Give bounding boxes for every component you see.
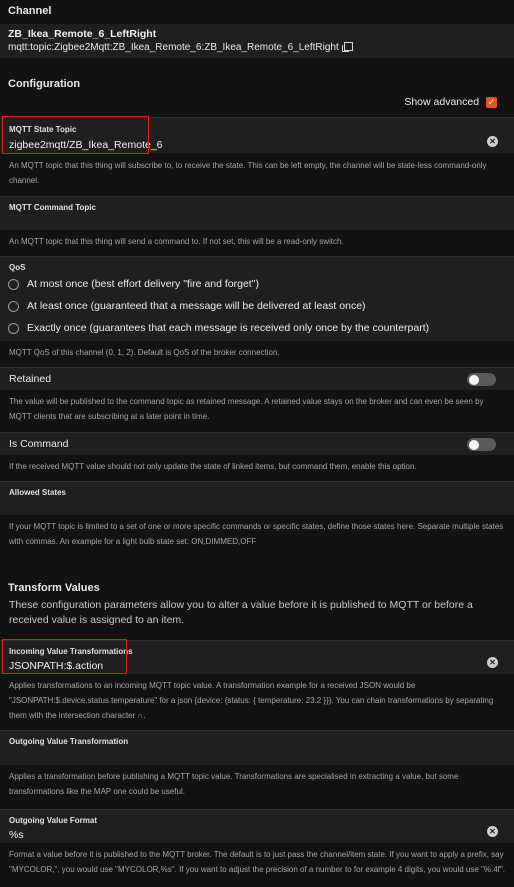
clear-icon[interactable]: ✕ bbox=[487, 136, 498, 147]
incoming-transform-help: Applies transformations to an incoming M… bbox=[0, 674, 514, 730]
retained-row[interactable]: Retained bbox=[0, 367, 514, 390]
incoming-transform-highlight bbox=[2, 639, 127, 674]
transform-header: Transform Values bbox=[8, 582, 100, 594]
clear-icon[interactable]: ✕ bbox=[487, 826, 498, 837]
show-advanced-checkbox[interactable]: ✓ bbox=[486, 96, 497, 108]
qos-option-1[interactable]: At least once (guaranteed that a message… bbox=[0, 295, 514, 317]
channel-header: Channel bbox=[8, 5, 52, 17]
allowed-states-field[interactable]: Allowed States bbox=[0, 481, 514, 515]
is-command-label: Is Command bbox=[9, 438, 69, 450]
qos-help: MQTT QoS of this channel (0, 1, 2). Defa… bbox=[0, 341, 514, 367]
qos-label: QoS bbox=[9, 263, 26, 272]
retained-toggle[interactable] bbox=[467, 373, 496, 386]
allowed-states-input[interactable] bbox=[0, 498, 514, 516]
configuration-header: Configuration bbox=[8, 78, 81, 90]
retained-label: Retained bbox=[9, 373, 52, 385]
allowed-states-label: Allowed States bbox=[9, 488, 66, 497]
toggle-knob bbox=[469, 439, 479, 450]
is-command-row[interactable]: Is Command bbox=[0, 432, 514, 455]
show-advanced-label: Show advanced bbox=[404, 96, 480, 108]
qos-option-0[interactable]: At most once (best effort delivery "fire… bbox=[0, 273, 514, 295]
qos-option-label: Exactly once (guarantees that each messa… bbox=[27, 322, 430, 334]
radio-button[interactable] bbox=[8, 278, 19, 290]
is-command-toggle[interactable] bbox=[467, 438, 496, 451]
transform-description: These configuration parameters allow you… bbox=[9, 599, 473, 626]
radio-button[interactable] bbox=[8, 322, 19, 334]
qos-field: QoS At most once (best effort delivery "… bbox=[0, 256, 514, 341]
outgoing-format-input[interactable]: %s bbox=[0, 826, 514, 844]
channel-info: ZB_Ikea_Remote_6_LeftRight mqtt:topic:Zi… bbox=[0, 24, 514, 58]
channel-name: ZB_Ikea_Remote_6_LeftRight bbox=[8, 28, 157, 40]
retained-help: The value will be published to the comma… bbox=[0, 390, 514, 432]
command-topic-label: MQTT Command Topic bbox=[9, 203, 96, 212]
toggle-knob bbox=[469, 374, 479, 385]
outgoing-format-label: Outgoing Value Format bbox=[9, 816, 98, 825]
qos-option-label: At most once (best effort delivery "fire… bbox=[27, 278, 259, 290]
state-topic-help: An MQTT topic that this thing will subsc… bbox=[0, 154, 514, 196]
channel-uid: mqtt:topic:Zigbee2Mqtt:ZB_Ikea_Remote_6:… bbox=[8, 42, 339, 53]
outgoing-format-help: Format a value before it is published to… bbox=[0, 843, 514, 887]
command-topic-field[interactable]: MQTT Command Topic bbox=[0, 196, 514, 230]
outgoing-format-field[interactable]: Outgoing Value Format %s ✕ bbox=[0, 809, 514, 843]
outgoing-transform-field[interactable]: Outgoing Value Transformation bbox=[0, 730, 514, 765]
copy-icon[interactable] bbox=[341, 42, 353, 52]
show-advanced-row[interactable]: Show advanced ✓ bbox=[404, 94, 497, 110]
outgoing-transform-help: Applies a transformation before publishi… bbox=[0, 765, 514, 809]
state-topic-highlight bbox=[2, 116, 149, 154]
is-command-help: If the received MQTT value should not on… bbox=[0, 455, 514, 481]
allowed-states-help: If your MQTT topic is limited to a set o… bbox=[0, 515, 514, 553]
outgoing-transform-label: Outgoing Value Transformation bbox=[9, 737, 129, 746]
command-topic-input[interactable] bbox=[0, 213, 514, 231]
command-topic-help: An MQTT topic that this thing will send … bbox=[0, 230, 514, 256]
qos-option-2[interactable]: Exactly once (guarantees that each messa… bbox=[0, 317, 514, 339]
outgoing-transform-input[interactable] bbox=[0, 747, 514, 765]
channel-uid-row: mqtt:topic:Zigbee2Mqtt:ZB_Ikea_Remote_6:… bbox=[0, 41, 514, 55]
radio-button[interactable] bbox=[8, 300, 19, 312]
channel-section: Channel ZB_Ikea_Remote_6_LeftRight mqtt:… bbox=[0, 0, 514, 58]
qos-option-label: At least once (guaranteed that a message… bbox=[27, 300, 366, 312]
clear-icon[interactable]: ✕ bbox=[487, 657, 498, 668]
